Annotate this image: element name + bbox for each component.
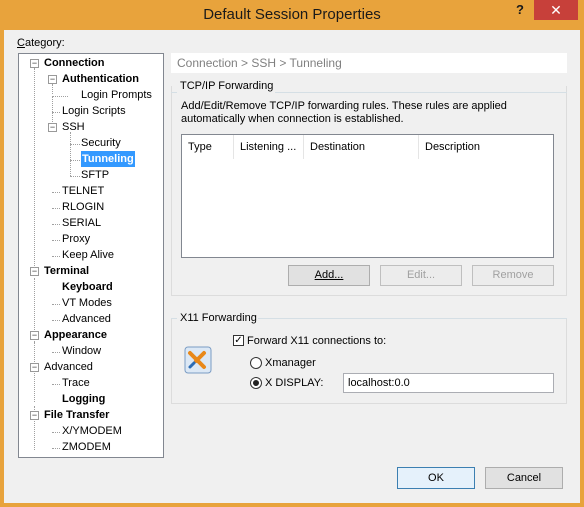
tree-item-security[interactable]: Security <box>81 135 121 151</box>
breadcrumb: Connection > SSH > Tunneling <box>171 53 567 73</box>
xmanager-label: Xmanager <box>265 357 316 369</box>
tree-item-terminal[interactable]: Terminal <box>44 263 89 279</box>
collapse-ssh-toggle[interactable]: − <box>48 123 57 132</box>
tree-item-appearance[interactable]: Appearance <box>44 327 107 343</box>
xmanager-radio[interactable] <box>250 357 262 369</box>
ok-button-label: OK <box>428 472 444 484</box>
add-button-label: Add... <box>314 269 344 281</box>
collapse-authentication-toggle[interactable]: − <box>48 75 57 84</box>
cancel-button[interactable]: Cancel <box>485 467 563 489</box>
tree-item-tunneling[interactable]: Tunneling <box>81 151 135 167</box>
tree-item-logging[interactable]: Logging <box>62 391 105 407</box>
forward-x11-checkbox[interactable]: ✓ <box>233 335 244 346</box>
title-bar: Default Session Properties ? ✕ <box>0 0 584 30</box>
add-button[interactable]: Add... <box>288 265 370 286</box>
tree-item-window[interactable]: Window <box>62 343 101 359</box>
tcpip-description: Add/Edit/Remove TCP/IP forwarding rules.… <box>181 100 507 125</box>
tree-item-file-transfer[interactable]: File Transfer <box>44 407 109 423</box>
cancel-button-label: Cancel <box>506 472 542 484</box>
forwarding-rules-list[interactable]: Type Listening ... Destination Descripti… <box>181 134 554 258</box>
edit-button[interactable]: Edit... <box>380 265 462 286</box>
tree-item-keyboard[interactable]: Keyboard <box>62 279 113 295</box>
remove-button-label: Remove <box>492 269 534 281</box>
tree-item-serial[interactable]: SERIAL <box>62 215 101 231</box>
collapse-advanced-toggle[interactable]: − <box>30 363 39 372</box>
tree-item-ssh[interactable]: SSH <box>62 119 85 135</box>
tree-item-authentication[interactable]: Authentication <box>62 71 139 87</box>
forward-x11-label: Forward X11 connections to: <box>247 335 387 347</box>
tree-item-telnet[interactable]: TELNET <box>62 183 104 199</box>
tree-item-connection[interactable]: Connection <box>44 55 105 71</box>
edit-button-label: Edit... <box>406 269 436 281</box>
tree-item-vt-modes[interactable]: VT Modes <box>62 295 112 311</box>
window-title: Default Session Properties <box>203 6 381 23</box>
ok-button[interactable]: OK <box>397 467 475 489</box>
collapse-terminal-toggle[interactable]: − <box>30 267 39 276</box>
tree-item-proxy[interactable]: Proxy <box>62 231 90 247</box>
xdisplay-radio[interactable] <box>250 377 262 389</box>
tree-item-login-prompts[interactable]: Login Prompts <box>81 87 152 103</box>
tree-item-zmodem[interactable]: ZMODEM <box>62 439 111 455</box>
tree-item-sftp[interactable]: SFTP <box>81 167 109 183</box>
help-button[interactable]: ? <box>510 0 530 20</box>
tree-item-keep-alive[interactable]: Keep Alive <box>62 247 114 263</box>
tree-item-terminal-advanced[interactable]: Advanced <box>62 311 111 327</box>
column-type[interactable]: Type <box>182 135 234 159</box>
x11-group-title: X11 Forwarding <box>180 312 257 324</box>
tree-item-xymodem[interactable]: X/YMODEM <box>62 423 122 439</box>
close-button[interactable]: ✕ <box>534 0 578 20</box>
tree-item-advanced[interactable]: Advanced <box>44 359 93 375</box>
xdisplay-input[interactable]: localhost:0.0 <box>343 373 554 393</box>
remove-button[interactable]: Remove <box>472 265 554 286</box>
column-listening[interactable]: Listening ... <box>234 135 304 159</box>
collapse-file-transfer-toggle[interactable]: − <box>30 411 39 420</box>
category-label: Category: <box>17 37 65 49</box>
category-tree[interactable]: − − − − − − − Connection Authentication … <box>18 53 164 458</box>
tree-item-rlogin[interactable]: RLOGIN <box>62 199 104 215</box>
collapse-appearance-toggle[interactable]: − <box>30 331 39 340</box>
column-destination[interactable]: Destination <box>304 135 419 159</box>
collapse-connection-toggle[interactable]: − <box>30 59 39 68</box>
xdisplay-label: X DISPLAY: <box>265 377 324 389</box>
x11-icon <box>184 346 212 374</box>
column-description[interactable]: Description <box>419 135 554 159</box>
tree-item-login-scripts[interactable]: Login Scripts <box>62 103 126 119</box>
tree-item-trace[interactable]: Trace <box>62 375 90 391</box>
tcpip-group-title: TCP/IP Forwarding <box>180 80 274 92</box>
